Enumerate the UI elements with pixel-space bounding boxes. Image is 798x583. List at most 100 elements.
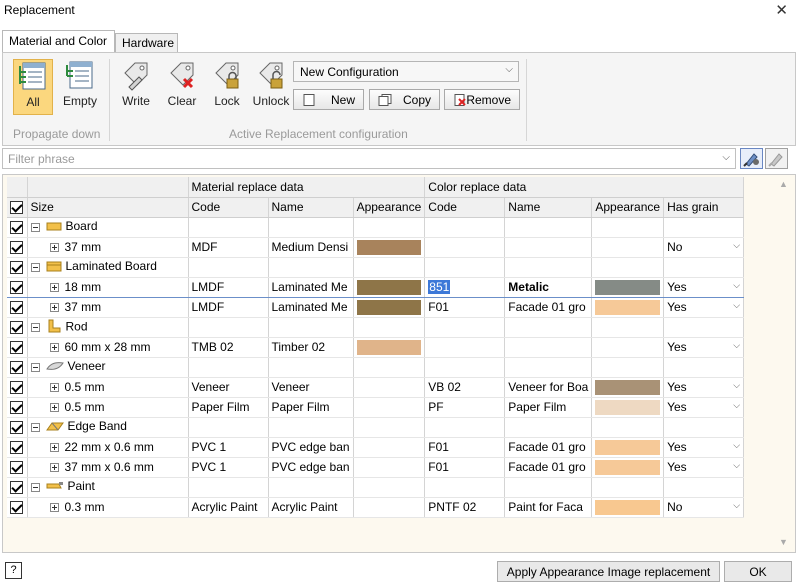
expand-icon[interactable] <box>49 463 59 473</box>
column-header-has-grain[interactable]: Has grain <box>663 197 745 218</box>
material-code-cell[interactable]: PVC 1 <box>188 457 269 478</box>
tab-hardware[interactable]: Hardware <box>115 33 178 52</box>
material-appearance-cell[interactable] <box>353 276 426 298</box>
apply-filter-button[interactable] <box>740 148 763 169</box>
group-row[interactable]: Paint <box>7 477 745 498</box>
group-row[interactable]: Veneer <box>7 357 745 378</box>
table-row[interactable]: 37 mm x 0.6 mm PVC 1 PVC edge ban F01 Facade… <box>7 457 745 478</box>
row-checkbox[interactable] <box>10 281 23 295</box>
column-header-material-appearance[interactable]: Appearance <box>353 197 426 218</box>
color-appearance-cell[interactable] <box>591 297 665 318</box>
row-checkbox[interactable] <box>10 481 23 495</box>
material-code-cell[interactable]: LMDF <box>188 276 269 298</box>
color-appearance-cell[interactable] <box>591 276 665 298</box>
close-icon[interactable]: ✕ <box>775 1 788 19</box>
color-code-value[interactable]: 851 <box>428 280 451 294</box>
row-checkbox[interactable] <box>10 441 23 455</box>
material-name-cell[interactable]: Laminated Me <box>268 276 354 298</box>
expand-icon[interactable] <box>49 383 59 393</box>
group-row[interactable]: Board <box>7 217 745 238</box>
clear-filter-button[interactable] <box>765 148 788 169</box>
material-name-cell[interactable]: PVC edge ban <box>268 457 354 478</box>
color-name-cell[interactable]: Facade 01 gro <box>504 297 593 318</box>
has-grain-select[interactable]: No ⌵ <box>663 497 745 518</box>
table-row[interactable]: 22 mm x 0.6 mm PVC 1 PVC edge ban F01 Facade… <box>7 437 745 458</box>
tab-material-and-color[interactable]: Material and Color <box>2 30 115 52</box>
vertical-scrollbar[interactable]: ▲ ▼ <box>776 177 793 549</box>
color-code-cell[interactable]: 851 <box>424 276 506 298</box>
lock-button[interactable]: Lock <box>208 59 246 115</box>
chevron-down-icon[interactable]: ⌵ <box>733 300 740 311</box>
table-row[interactable]: 37 mm LMDF Laminated Me F01 Facade 01 gro Yes… <box>7 297 745 318</box>
expand-icon[interactable] <box>49 443 59 453</box>
collapse-icon[interactable] <box>30 222 40 232</box>
color-code-cell[interactable] <box>424 237 506 258</box>
table-row[interactable]: 0.3 mm Acrylic Paint Acrylic Paint PNTF 02 P… <box>7 497 745 518</box>
color-code-cell[interactable]: F01 <box>424 297 506 318</box>
expand-icon[interactable] <box>49 303 59 313</box>
collapse-icon[interactable] <box>30 322 40 332</box>
material-appearance-cell[interactable] <box>353 337 426 358</box>
row-checkbox[interactable] <box>10 421 23 435</box>
color-appearance-cell[interactable] <box>591 397 665 418</box>
color-name-cell[interactable]: Facade 01 gro <box>504 437 593 458</box>
material-appearance-cell[interactable] <box>353 497 426 518</box>
column-header-material-code[interactable]: Code <box>188 197 269 218</box>
group-row[interactable]: Rod <box>7 317 745 338</box>
row-checkbox[interactable] <box>10 341 23 355</box>
material-appearance-cell[interactable] <box>353 377 426 398</box>
scroll-up-icon[interactable]: ▲ <box>779 179 788 189</box>
chevron-down-icon[interactable]: ⌵ <box>733 240 740 251</box>
column-header-material-name[interactable]: Name <box>268 197 354 218</box>
table-row[interactable]: 60 mm x 28 mm TMB 02 Timber 02 Yes ⌵ <box>7 337 745 358</box>
material-appearance-cell[interactable] <box>353 457 426 478</box>
material-name-cell[interactable]: PVC edge ban <box>268 437 354 458</box>
material-name-cell[interactable]: Laminated Me <box>268 297 354 318</box>
expand-icon[interactable] <box>49 403 59 413</box>
color-appearance-cell[interactable] <box>591 377 665 398</box>
has-grain-select[interactable]: Yes ⌵ <box>663 437 745 458</box>
material-code-cell[interactable]: LMDF <box>188 297 269 318</box>
remove-configuration-button[interactable]: Remove <box>444 89 520 110</box>
has-grain-select[interactable]: Yes ⌵ <box>663 276 745 298</box>
color-appearance-cell[interactable] <box>591 457 665 478</box>
filter-input[interactable]: Filter phrase ⌵ <box>2 148 736 169</box>
material-code-cell[interactable]: TMB 02 <box>188 337 269 358</box>
material-name-cell[interactable]: Veneer <box>268 377 354 398</box>
table-row[interactable]: 0.5 mm Paper Film Paper Film PF Paper Film Ye… <box>7 397 745 418</box>
expand-icon[interactable] <box>49 503 59 513</box>
has-grain-select[interactable]: Yes ⌵ <box>663 457 745 478</box>
material-code-cell[interactable]: Acrylic Paint <box>188 497 269 518</box>
color-code-cell[interactable]: PF <box>424 397 506 418</box>
column-header-color-code[interactable]: Code <box>424 197 506 218</box>
color-name-cell[interactable] <box>504 237 593 258</box>
chevron-down-icon[interactable]: ⌵ <box>733 460 740 471</box>
color-name-cell[interactable]: Facade 01 gro <box>504 457 593 478</box>
color-name-cell[interactable]: Metalic <box>504 276 593 298</box>
color-name-cell[interactable]: Paper Film <box>504 397 593 418</box>
expand-icon[interactable] <box>49 283 59 293</box>
color-code-cell[interactable]: F01 <box>424 457 506 478</box>
material-appearance-cell[interactable] <box>353 437 426 458</box>
chevron-down-icon[interactable]: ⌵ <box>733 400 740 411</box>
color-name-cell[interactable] <box>504 337 593 358</box>
expand-icon[interactable] <box>49 343 59 353</box>
column-header-color-name[interactable]: Name <box>504 197 593 218</box>
color-appearance-cell[interactable] <box>591 437 665 458</box>
group-row[interactable]: Edge Band <box>7 417 745 438</box>
chevron-down-icon[interactable]: ⌵ <box>733 440 740 451</box>
color-code-cell[interactable]: PNTF 02 <box>424 497 506 518</box>
chevron-down-icon[interactable]: ⌵ <box>733 340 740 351</box>
row-checkbox[interactable] <box>10 321 23 335</box>
ok-button[interactable]: OK <box>724 561 792 582</box>
collapse-icon[interactable] <box>30 482 40 492</box>
collapse-icon[interactable] <box>30 422 40 432</box>
color-code-cell[interactable]: F01 <box>424 437 506 458</box>
color-name-cell[interactable]: Paint for Faca <box>504 497 593 518</box>
chevron-down-icon[interactable]: ⌵ <box>722 152 730 163</box>
material-name-cell[interactable]: Medium Densi <box>268 237 354 258</box>
column-header-color-appearance[interactable]: Appearance <box>591 197 665 218</box>
material-code-cell[interactable]: Paper Film <box>188 397 269 418</box>
select-all-checkbox[interactable] <box>10 201 23 215</box>
collapse-icon[interactable] <box>30 262 40 272</box>
